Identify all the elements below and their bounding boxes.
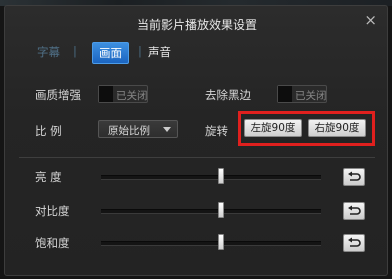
aspect-ratio-value: 原始比例 <box>108 125 150 137</box>
reset-arrow-icon <box>348 171 361 181</box>
contrast-reset-button[interactable] <box>343 202 365 220</box>
tab-picture[interactable]: 画面 <box>92 42 129 64</box>
rotate-left-button[interactable]: 左旋90度 <box>244 119 302 137</box>
reset-arrow-icon <box>348 205 361 215</box>
toggle-knob <box>99 86 113 102</box>
remove-black-edge-toggle[interactable]: 已关闭 <box>277 85 327 103</box>
rotate-right-button[interactable]: 右旋90度 <box>308 119 366 137</box>
saturation-label: 饱和度 <box>35 236 70 250</box>
section-divider <box>19 157 375 158</box>
quality-enhance-label: 画质增强 <box>35 88 81 102</box>
toggle-knob <box>278 86 292 102</box>
saturation-reset-button[interactable] <box>343 234 365 252</box>
reset-arrow-icon <box>348 237 361 247</box>
playback-effects-dialog: 当前影片播放效果设置 × 字幕 | 画面 | 声音 画质增强 已关闭 去除黑边 … <box>4 5 388 276</box>
saturation-slider-thumb[interactable] <box>218 234 224 250</box>
tab-sound[interactable]: 声音 <box>148 44 171 60</box>
remove-black-edge-label: 去除黑边 <box>205 88 251 102</box>
contrast-slider-track[interactable] <box>101 209 321 214</box>
close-icon[interactable]: × <box>364 13 377 28</box>
tab-subtitle[interactable]: 字幕 <box>37 44 60 60</box>
rotate-label: 旋转 <box>205 124 228 138</box>
brightness-slider-thumb[interactable] <box>218 168 224 184</box>
quality-enhance-toggle[interactable]: 已关闭 <box>98 85 148 103</box>
contrast-slider-thumb[interactable] <box>218 202 224 218</box>
brightness-label: 亮 度 <box>35 170 62 184</box>
dialog-title: 当前影片播放效果设置 <box>136 18 257 32</box>
brightness-slider-track[interactable] <box>101 175 321 180</box>
brightness-reset-button[interactable] <box>343 168 365 186</box>
contrast-label: 对比度 <box>35 204 70 218</box>
toggle-state: 已关闭 <box>116 90 148 102</box>
tab-separator: | <box>138 44 142 58</box>
aspect-ratio-label: 比 例 <box>35 124 62 138</box>
toggle-state: 已关闭 <box>295 90 327 102</box>
saturation-slider-track[interactable] <box>101 241 321 246</box>
aspect-ratio-select[interactable]: 原始比例 <box>98 120 178 138</box>
chevron-down-icon <box>163 127 171 132</box>
tab-separator: | <box>73 44 77 58</box>
